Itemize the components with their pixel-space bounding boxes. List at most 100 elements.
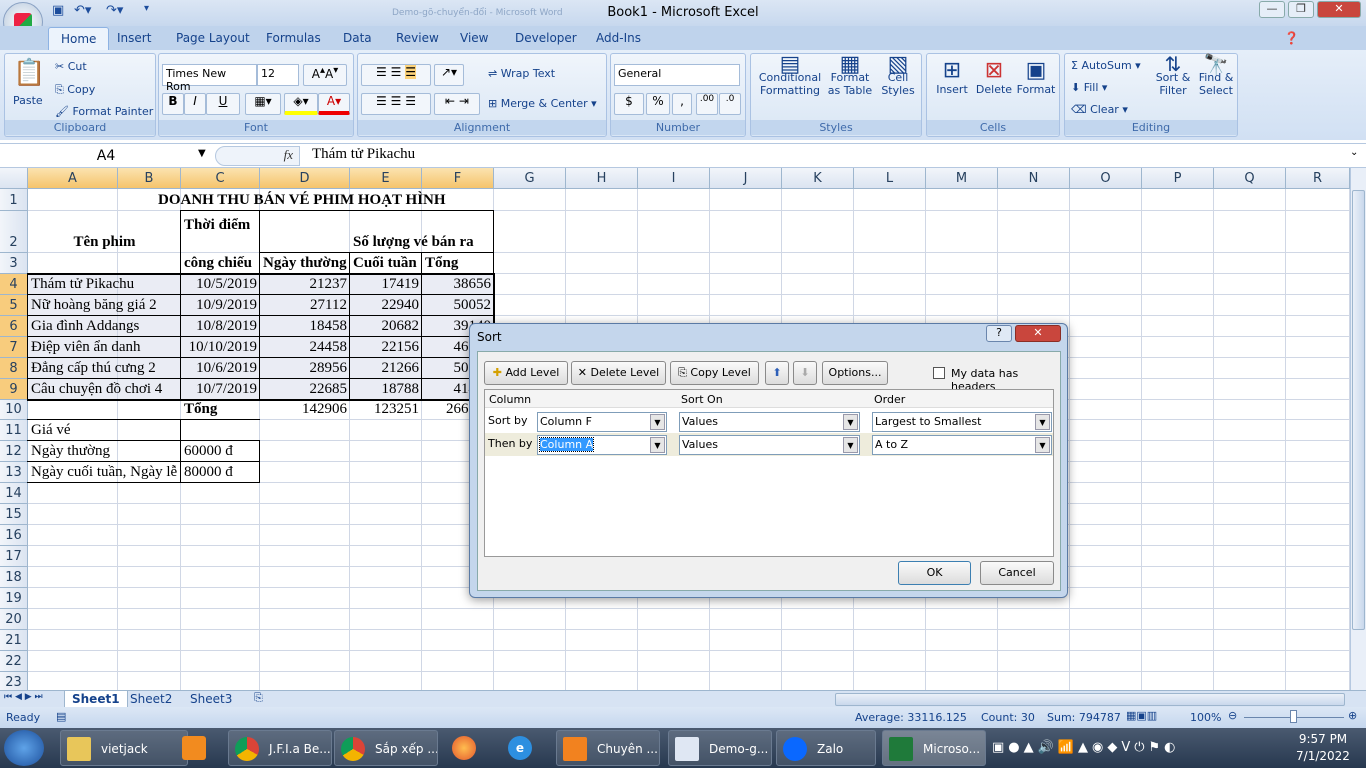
header-ngay-thuong[interactable]: Ngày thường: [260, 253, 350, 274]
header-so-luong[interactable]: Số lượng vé bán ra: [350, 232, 500, 253]
autosum-button[interactable]: Σ AutoSum ▾: [1071, 59, 1141, 72]
then-by-order-select[interactable]: A to Z ▼: [872, 435, 1052, 455]
header-tong[interactable]: Tổng: [422, 253, 494, 274]
row-header-5[interactable]: 5: [0, 295, 28, 316]
column-header-o[interactable]: O: [1070, 168, 1142, 189]
tab-formulas[interactable]: Formulas: [266, 31, 321, 45]
save-icon[interactable]: ▣: [52, 3, 64, 18]
taskbar-item-chrome-2[interactable]: Sắp xếp ...: [334, 730, 438, 766]
undo-icon[interactable]: ↶▾: [74, 3, 91, 18]
delete-level-button[interactable]: ✕ Delete Level: [571, 361, 666, 385]
copy-level-button[interactable]: ⎘ Copy Level: [670, 361, 759, 385]
cell-date[interactable]: 10/5/2019: [181, 274, 260, 295]
sort-filter-button[interactable]: ⇅ Sort & Filter: [1153, 54, 1193, 97]
row-header-2[interactable]: 2: [0, 211, 28, 253]
customize-qat-icon[interactable]: ▾: [144, 3, 149, 14]
cell-weekday[interactable]: 18458: [260, 316, 350, 337]
column-header-d[interactable]: D: [260, 168, 350, 189]
move-down-button[interactable]: ⬇: [793, 361, 817, 385]
column-header-n[interactable]: N: [998, 168, 1070, 189]
horizontal-scrollbar[interactable]: [835, 693, 1345, 706]
row-header-17[interactable]: 17: [0, 546, 28, 567]
redo-icon[interactable]: ↷▾: [106, 3, 123, 18]
add-level-button[interactable]: ✚ Add Level: [484, 361, 568, 385]
cell-weekend[interactable]: 22156: [350, 337, 422, 358]
column-header-b[interactable]: B: [118, 168, 181, 189]
cell-weekday[interactable]: 21237: [260, 274, 350, 295]
row-header-15[interactable]: 15: [0, 504, 28, 525]
decrease-decimal-button[interactable]: .0: [719, 93, 741, 115]
cell-price-weekend[interactable]: 80000 đ: [181, 462, 260, 483]
insert-function-button[interactable]: fx: [215, 146, 300, 166]
cell-date[interactable]: 10/6/2019: [181, 358, 260, 379]
column-header-m[interactable]: M: [926, 168, 998, 189]
currency-button[interactable]: $: [614, 93, 644, 115]
percent-button[interactable]: %: [646, 93, 670, 115]
column-header-k[interactable]: K: [782, 168, 854, 189]
row-header-16[interactable]: 16: [0, 525, 28, 546]
column-header-g[interactable]: G: [494, 168, 566, 189]
cell-total[interactable]: 50052: [422, 295, 494, 316]
sheet-nav-icons[interactable]: ⏮ ◀ ▶ ⏭: [4, 692, 43, 702]
cell-price-weekday-label[interactable]: Ngày thường: [28, 441, 118, 462]
row-header-6[interactable]: 6: [0, 316, 28, 337]
copy-button[interactable]: ⎘ Copy: [55, 83, 95, 97]
cell-movie-name[interactable]: Thám tử Pikachu: [28, 274, 181, 295]
number-format-select[interactable]: General: [614, 64, 740, 86]
cell-styles-button[interactable]: ▧ Cell Styles: [877, 54, 919, 98]
column-header-r[interactable]: R: [1286, 168, 1350, 189]
orientation-icon[interactable]: ↗▾: [434, 64, 464, 86]
zoom-slider-thumb[interactable]: [1290, 710, 1297, 723]
then-by-sort-on-select[interactable]: Values ▼: [679, 435, 860, 455]
bold-button[interactable]: B: [162, 93, 184, 115]
cell-movie-name[interactable]: Điệp viên ẩn danh: [28, 337, 181, 358]
title-cell[interactable]: DOANH THU BÁN VÉ PHIM HOẠT HÌNH: [155, 190, 465, 211]
row-header-4[interactable]: 4: [0, 274, 28, 295]
cell-total[interactable]: 38656: [422, 274, 494, 295]
cell-price-weekend-label[interactable]: Ngày cuối tuần, Ngày lễ: [28, 462, 177, 483]
row-header-21[interactable]: 21: [0, 630, 28, 651]
then-by-column-select[interactable]: Column A ▼: [537, 435, 667, 455]
conditional-formatting-button[interactable]: ▤ Conditional Formatting: [757, 54, 823, 98]
cell-movie-name[interactable]: Câu chuyện đồ chơi 4: [28, 379, 181, 400]
cell-date[interactable]: 10/10/2019: [181, 337, 260, 358]
tab-review[interactable]: Review: [396, 31, 439, 45]
delete-cells-button[interactable]: ⊠ Delete: [975, 58, 1013, 96]
cell-weekend[interactable]: 20682: [350, 316, 422, 337]
sheet-tab-2[interactable]: Sheet2: [130, 692, 172, 706]
row-header-3[interactable]: 3: [0, 253, 28, 274]
format-painter-button[interactable]: 🖌 Format Painter: [55, 105, 153, 118]
clock[interactable]: 9:57 PM 7/1/2022: [1290, 732, 1356, 763]
help-icon[interactable]: ❓: [1284, 31, 1299, 45]
font-color-icon[interactable]: A▾: [318, 93, 350, 115]
column-header-q[interactable]: Q: [1214, 168, 1286, 189]
row-header-22[interactable]: 22: [0, 651, 28, 672]
taskbar-item-zalo[interactable]: Zalo: [776, 730, 876, 766]
column-header-f[interactable]: F: [422, 168, 494, 189]
zoom-level[interactable]: 100%: [1190, 711, 1221, 724]
taskbar-item-word[interactable]: Demo-g...: [668, 730, 772, 766]
cell-weekend[interactable]: 21266: [350, 358, 422, 379]
cell-weekday[interactable]: 27112: [260, 295, 350, 316]
select-all-button[interactable]: [0, 168, 28, 189]
horizontal-align-icon[interactable]: ☰ ☰ ☰: [361, 93, 431, 115]
insert-sheet-icon[interactable]: ⎘: [254, 691, 263, 705]
cell-movie-name[interactable]: Nữ hoàng băng giá 2: [28, 295, 181, 316]
row-header-8[interactable]: 8: [0, 358, 28, 379]
tab-view[interactable]: View: [460, 31, 488, 45]
find-select-button[interactable]: 🔭 Find & Select: [1195, 54, 1237, 97]
paste-button[interactable]: Paste: [13, 94, 43, 107]
merge-center-button[interactable]: ⊞ Merge & Center ▾: [488, 97, 597, 110]
column-header-p[interactable]: P: [1142, 168, 1214, 189]
row-header-19[interactable]: 19: [0, 588, 28, 609]
cell-total-weekend[interactable]: 123251: [350, 399, 422, 420]
sort-by-order-select[interactable]: Largest to Smallest ▼: [872, 412, 1052, 432]
row-header-14[interactable]: 14: [0, 483, 28, 504]
name-box-dropdown-icon[interactable]: ▼: [198, 148, 206, 159]
font-size-select[interactable]: 12: [257, 64, 299, 86]
taskbar-item-excel[interactable]: Microso...: [882, 730, 986, 766]
options-button[interactable]: Options...: [822, 361, 888, 385]
cell-weekend[interactable]: 17419: [350, 274, 422, 295]
row-header-1[interactable]: 1: [0, 189, 28, 211]
cell-price-weekday[interactable]: 60000 đ: [181, 441, 260, 462]
